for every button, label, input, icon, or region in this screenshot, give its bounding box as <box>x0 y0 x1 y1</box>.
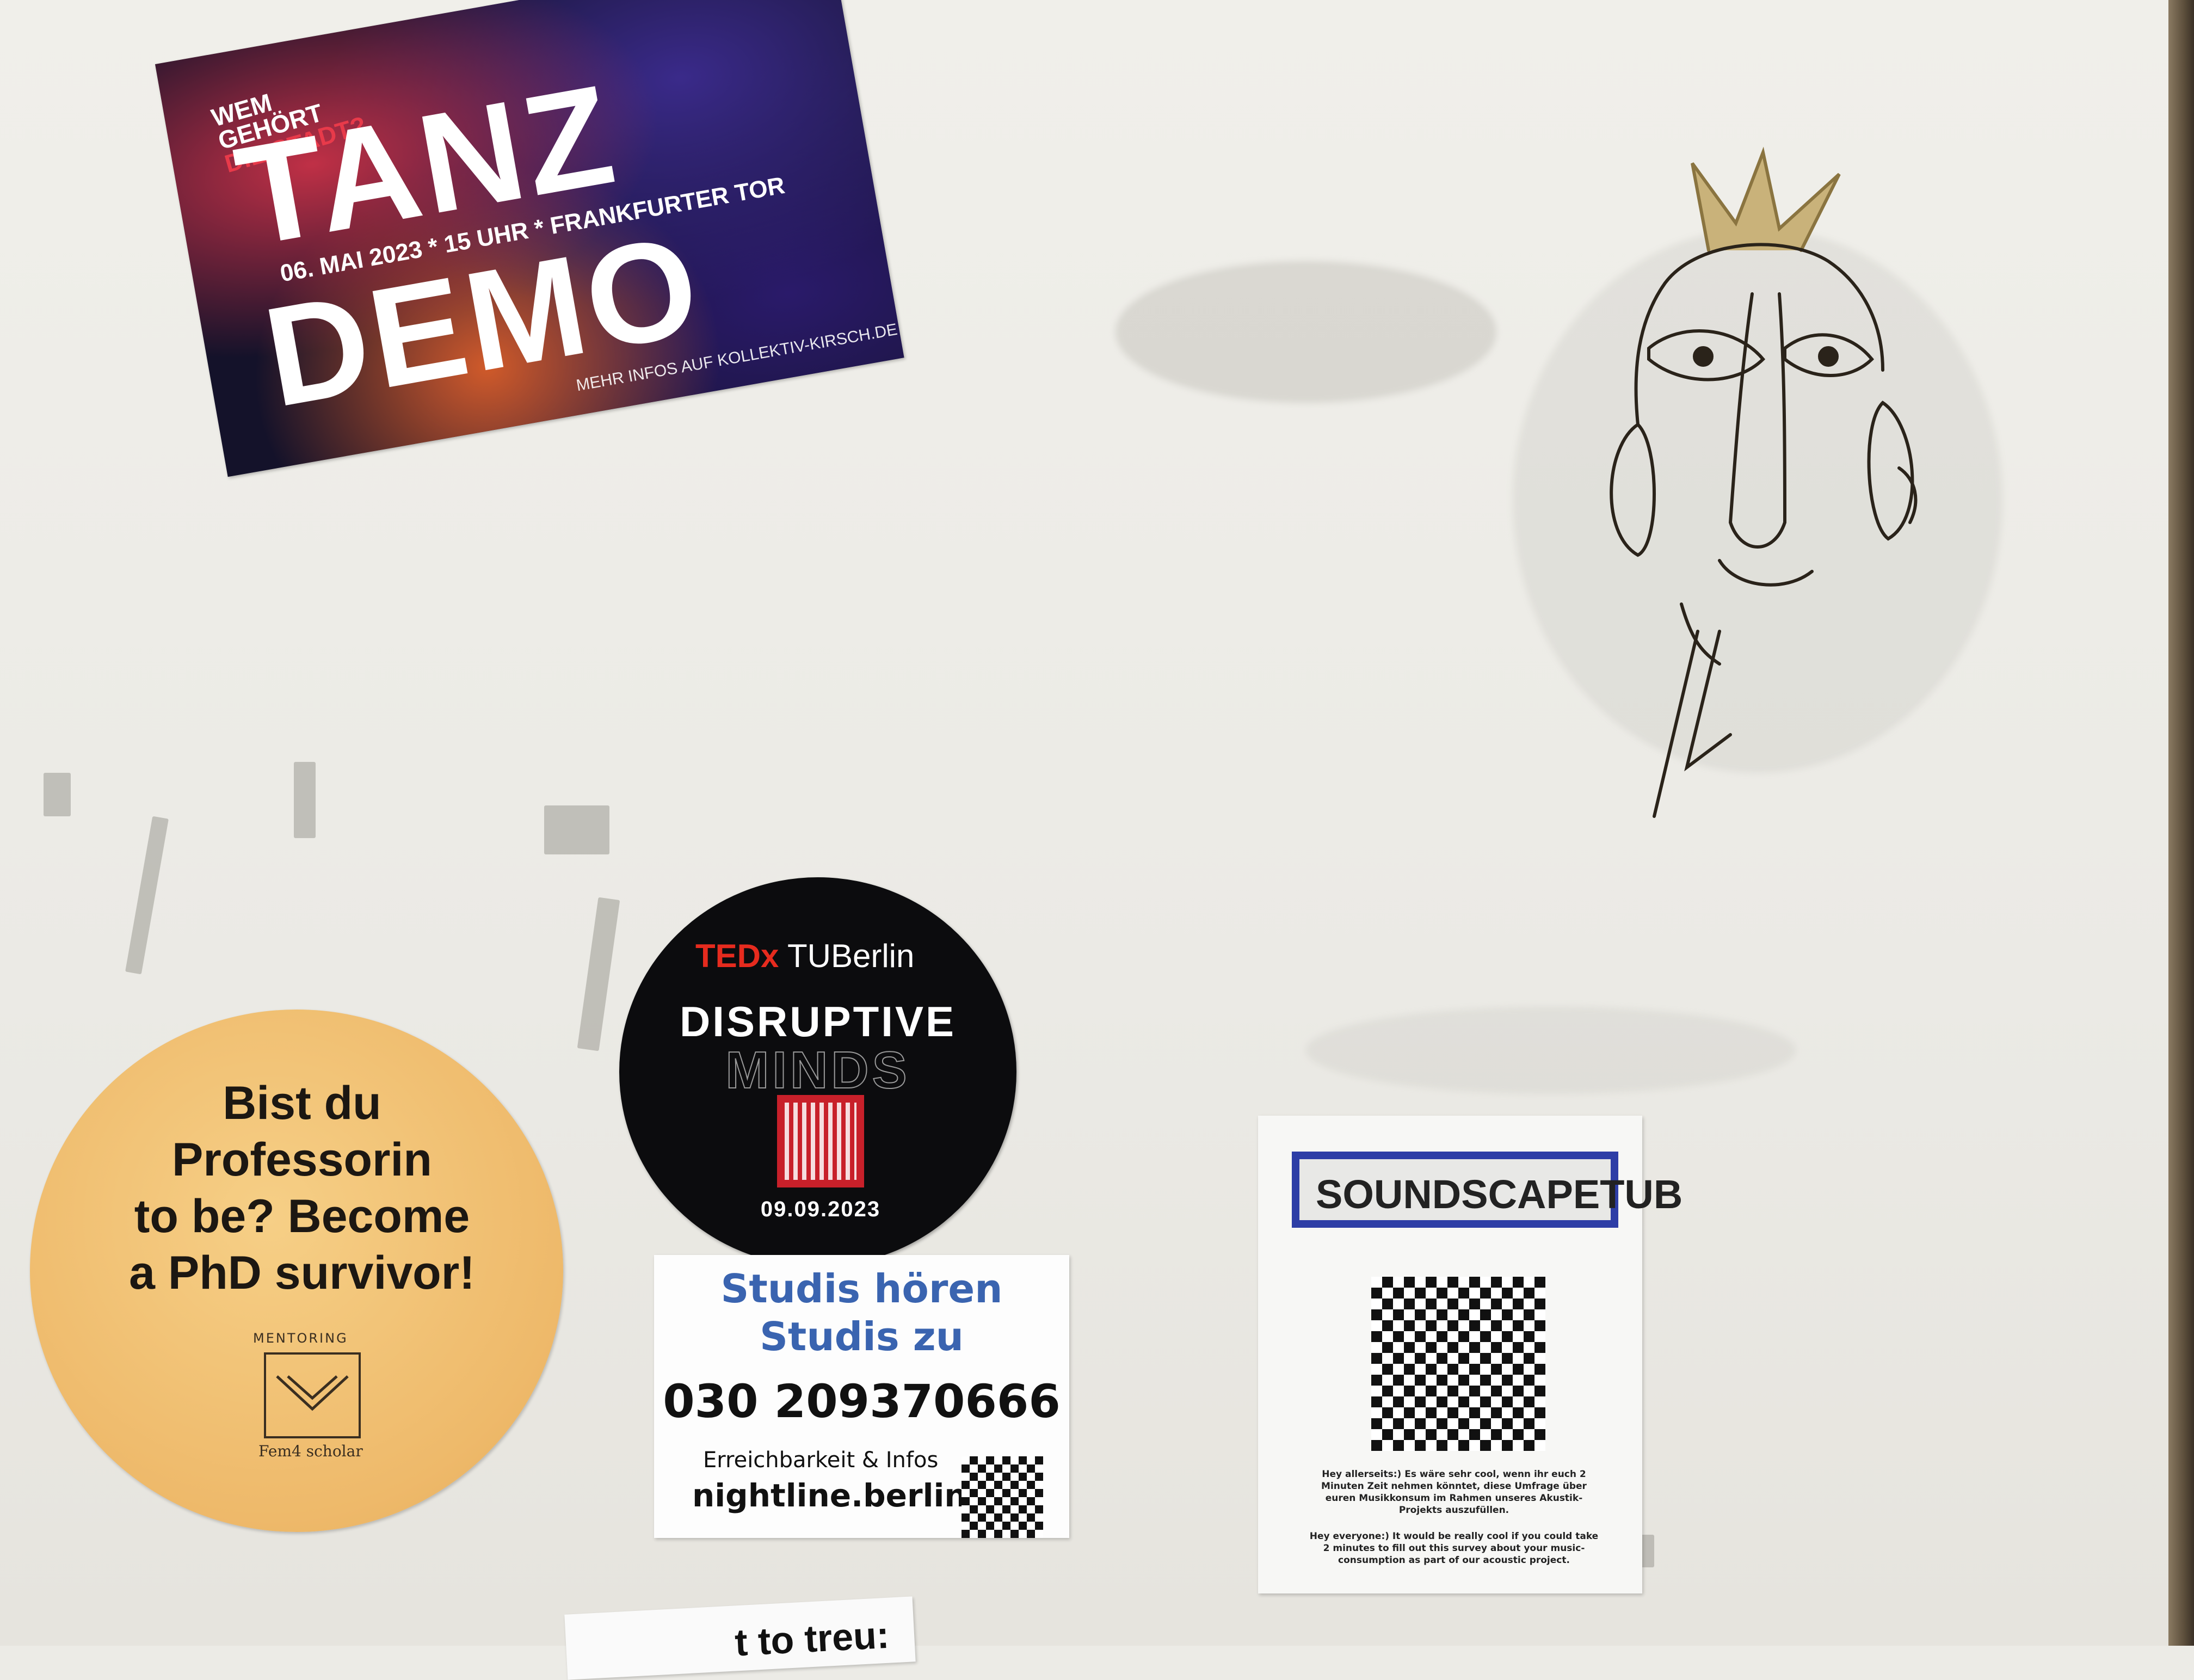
headline-line: Professorin <box>172 1134 432 1186</box>
nightline-line2: Studis zu <box>760 1314 964 1359</box>
tedx-title-line2: MINDS <box>725 1041 910 1100</box>
nightline-website: nightline.berlin <box>692 1477 967 1514</box>
tedx-date: 09.09.2023 <box>760 1197 881 1221</box>
nightline-line1: Studis hören <box>720 1266 1003 1312</box>
soundscape-german-text: Hey allerseits:) Es wäre sehr cool, wenn… <box>1321 1469 1587 1516</box>
tedx-brand: TEDx TUBerlin <box>695 937 914 975</box>
wall-smudge <box>1306 1007 1796 1094</box>
tedx-sticker: TEDx TUBerlin DISRUPTIVE MINDS 09.09.202… <box>619 877 1016 1266</box>
wall-chip <box>544 805 609 854</box>
qr-code-icon <box>777 1095 864 1187</box>
wall-smudge <box>1116 261 1496 403</box>
headline-line: a PhD survivor! <box>129 1247 475 1299</box>
headline-line: to be? Become <box>134 1190 470 1242</box>
soundscape-flyer: SOUNDSCAPETUB Hey allerseits:) Es wäre s… <box>1258 1116 1683 1593</box>
tedx-university: TUBerlin <box>787 938 915 974</box>
qr-code-icon <box>962 1456 1043 1538</box>
mentoring-label: MENTORING <box>253 1331 348 1346</box>
headline-line: Bist du <box>223 1077 381 1129</box>
nightline-availability: Erreichbarkeit & Infos <box>703 1448 939 1473</box>
soundscape-english-text: Hey everyone:) It would be really cool i… <box>1309 1531 1599 1566</box>
partial-sticker-text: t to treu: <box>734 1613 890 1664</box>
qr-code-icon <box>1371 1277 1545 1451</box>
soundscape-banner: SOUNDSCAPETUB <box>1292 1152 1683 1228</box>
fem4scholar-logo-icon <box>264 1352 361 1438</box>
door-frame <box>2168 0 2194 1646</box>
tedx-title-line1: DISRUPTIVE <box>679 998 957 1045</box>
face-doodle <box>1610 146 1918 818</box>
nightline-sticker: Studis hören Studis zu 030 209370666 Err… <box>654 1255 1069 1538</box>
mentoring-sticker: Bist du Professorin to be? Become a PhD … <box>30 1010 563 1532</box>
mentoring-headline: Bist du Professorin to be? Become a PhD … <box>95 1075 509 1301</box>
wall-chip <box>44 773 71 816</box>
nightline-phone: 030 209370666 <box>663 1375 1061 1428</box>
soundscape-title: SOUNDSCAPETUB <box>1316 1172 1683 1217</box>
wall-chip <box>294 762 316 838</box>
tedx-logo: TEDx <box>695 938 779 974</box>
logo-text: Fem4 scholar <box>258 1442 363 1460</box>
